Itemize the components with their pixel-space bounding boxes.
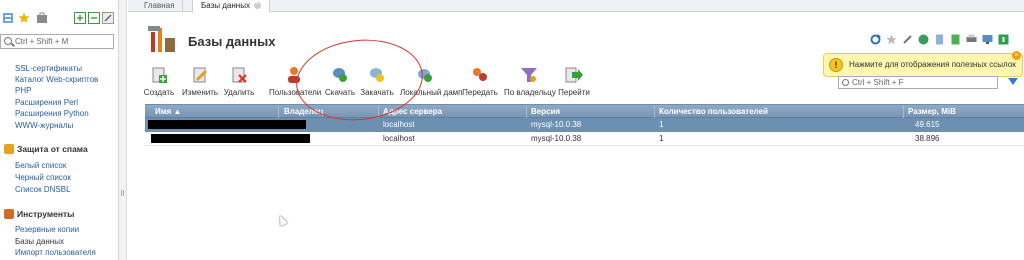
help-icon[interactable] xyxy=(998,34,1009,45)
favorite-icon[interactable] xyxy=(886,34,897,45)
info-icon: ! xyxy=(829,58,843,72)
useful-links-tooltip[interactable]: ! Нажмите для отображения полезных ссыло… xyxy=(823,51,1023,77)
column-separator xyxy=(278,105,279,119)
refresh-icon[interactable] xyxy=(870,34,881,45)
pin-icon[interactable] xyxy=(102,12,114,24)
sidebar-item-php[interactable]: PHP xyxy=(15,86,31,95)
sidebar-section-tools[interactable]: Инструменты xyxy=(4,209,74,219)
pin-icon[interactable] xyxy=(902,34,913,45)
sidebar-item-backups[interactable]: Резервные копии xyxy=(15,225,79,234)
main-panel: Главная Базы данных Базы данных ! Нажмит… xyxy=(128,0,1024,260)
table-header: Имя ▲ Владелец Адрес сервера Версия Коли… xyxy=(145,104,1024,119)
create-db-icon xyxy=(152,67,167,83)
sidebar-section-spam[interactable]: Защита от спама xyxy=(4,144,88,154)
redacted-name xyxy=(151,134,310,143)
sidebar-item-whitelist[interactable]: Белый список xyxy=(15,161,66,170)
table-filter-input[interactable]: Ctrl + Shift + F xyxy=(838,76,998,89)
cell-server: localhost xyxy=(383,134,415,143)
column-version[interactable]: Версия xyxy=(531,107,560,116)
cell-users: 1 xyxy=(659,134,664,143)
page-title: Базы данных xyxy=(188,34,276,49)
sidebar-item-ssl[interactable]: SSL-сертификаты xyxy=(15,64,82,73)
table-row[interactable]: localhost mysql-10.0.38 1 38.896 xyxy=(145,132,1024,146)
sidebar-item-blacklist[interactable]: Черный список xyxy=(15,173,71,182)
sidebar-item-python[interactable]: Расширения Python xyxy=(15,109,89,118)
menu-icon[interactable] xyxy=(2,12,14,24)
filter-placeholder: Ctrl + Shift + F xyxy=(852,78,904,87)
tab-bar: Главная Базы данных xyxy=(128,0,1024,13)
column-name[interactable]: Имя ▲ xyxy=(155,107,181,116)
by-owner-button[interactable]: По владельцу xyxy=(504,66,556,97)
delete-icon xyxy=(232,67,247,83)
tab-databases-label: Базы данных xyxy=(201,1,250,10)
export-icon[interactable] xyxy=(950,34,961,45)
cell-version: mysql-10.0.38 xyxy=(531,134,582,143)
sidebar-search-input[interactable]: Ctrl + Shift + M xyxy=(0,34,114,49)
cell-users: 1 xyxy=(659,120,664,129)
sidebar-section-spam-title: Защита от спама xyxy=(17,144,88,154)
cell-server: localhost xyxy=(383,120,415,129)
sidebar-item-perl[interactable]: Расширения Perl xyxy=(15,98,78,107)
search-icon xyxy=(4,37,12,45)
sidebar-item-dnsbl[interactable]: Список DNSBL xyxy=(15,185,71,194)
shield-icon xyxy=(4,144,14,154)
go-button-label: Перейти xyxy=(558,88,590,97)
transfer-button-label: Передать xyxy=(462,88,498,97)
sidebar-toolbar xyxy=(0,12,119,28)
expand-all-icon[interactable] xyxy=(74,12,86,24)
redacted-name xyxy=(148,120,306,129)
sidebar-search-placeholder: Ctrl + Shift + M xyxy=(15,37,69,46)
print-icon[interactable] xyxy=(966,34,977,45)
splitter-grip-icon[interactable] xyxy=(121,190,124,196)
column-separator xyxy=(526,105,527,119)
cell-size: 49.615 xyxy=(915,120,940,129)
column-size[interactable]: Размер, MiB xyxy=(908,107,956,116)
delete-button-label: Удалить xyxy=(223,88,255,97)
cell-size: 38.896 xyxy=(915,134,940,143)
filter-owner-icon xyxy=(521,68,537,82)
sidebar-item-web-scripts[interactable]: Каталог Web-скриптов xyxy=(15,75,98,84)
column-separator xyxy=(654,105,655,119)
mouse-cursor-icon xyxy=(276,213,288,227)
transfer-button[interactable]: Передать xyxy=(455,66,505,97)
database-tools-icon xyxy=(148,26,175,52)
cell-version: mysql-10.0.38 xyxy=(531,120,582,129)
column-users[interactable]: Количество пользователей xyxy=(659,107,768,116)
tab-home[interactable]: Главная xyxy=(136,0,184,12)
filter-icon[interactable] xyxy=(1008,78,1018,85)
sidebar-item-www-logs[interactable]: WWW-журналы xyxy=(15,121,73,130)
close-icon[interactable]: × xyxy=(1012,51,1021,60)
tab-home-label: Главная xyxy=(144,1,175,10)
sidebar-splitter[interactable] xyxy=(119,0,127,260)
tooltip-text: Нажмите для отображения полезных ссылок xyxy=(849,60,1016,69)
sidebar: Ctrl + Shift + M SSL-сертификаты Каталог… xyxy=(0,0,119,260)
transfer-icon xyxy=(473,68,487,81)
column-separator xyxy=(903,105,904,119)
collapse-all-icon[interactable] xyxy=(88,12,100,24)
monitor-icon[interactable] xyxy=(982,34,993,45)
search-icon xyxy=(842,79,849,86)
go-arrow-icon xyxy=(565,67,583,83)
edit-icon xyxy=(193,67,208,83)
sidebar-item-databases[interactable]: Базы данных xyxy=(15,237,64,246)
tools-icon xyxy=(4,209,14,219)
tab-databases[interactable]: Базы данных xyxy=(192,0,270,13)
document-icon[interactable] xyxy=(934,34,945,45)
star-icon[interactable] xyxy=(18,12,30,24)
close-icon[interactable] xyxy=(253,0,261,9)
by-owner-button-label: По владельцу xyxy=(504,88,556,97)
delete-button[interactable]: Удалить xyxy=(214,66,264,97)
table-row[interactable]: localhost mysql-10.0.38 1 49.615 xyxy=(145,118,1024,132)
top-right-actions xyxy=(868,34,1024,48)
go-button[interactable]: Перейти xyxy=(549,66,599,97)
globe-icon[interactable] xyxy=(918,34,929,45)
sidebar-section-tools-title: Инструменты xyxy=(17,209,75,219)
sidebar-item-import-user[interactable]: Импорт пользователя xyxy=(15,248,96,257)
briefcase-icon[interactable] xyxy=(36,12,48,24)
